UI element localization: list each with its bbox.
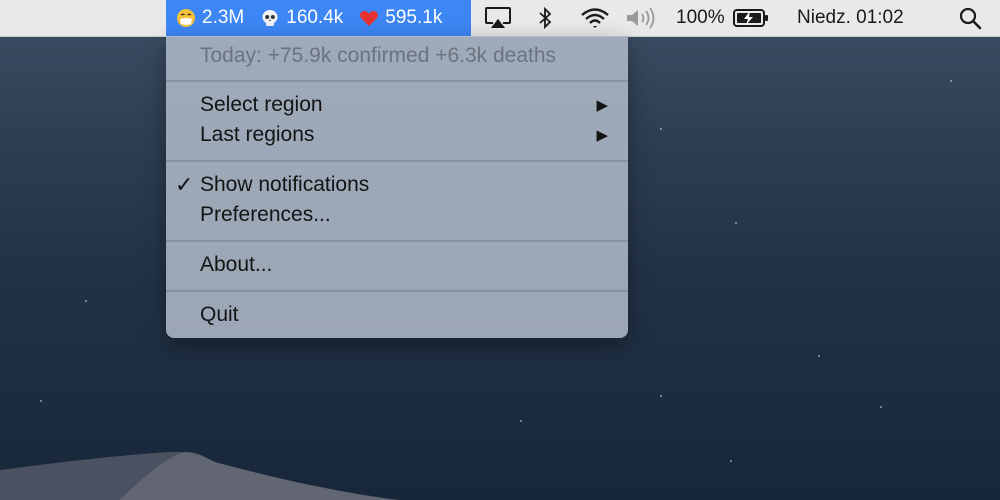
bluetooth-icon[interactable] <box>533 0 557 36</box>
menu-item-today-summary: Today: +75.9k confirmed +6.3k deaths <box>166 41 628 71</box>
menu-item-select-region[interactable]: Select region ▶ <box>166 90 628 120</box>
show-notifications-label: Show notifications <box>200 173 370 196</box>
submenu-arrow-icon: ▶ <box>596 127 608 144</box>
menu-item-last-regions[interactable]: Last regions ▶ <box>166 120 628 150</box>
skull-emoji-icon <box>260 8 280 28</box>
menu-separator <box>166 160 628 162</box>
wifi-icon[interactable] <box>577 0 613 36</box>
quit-label: Quit <box>200 303 239 326</box>
covid-status-item[interactable]: 2.3M 160.4k 595.1k <box>166 0 471 36</box>
confirmed-count: 2.3M <box>202 7 245 28</box>
menu-bar-clock[interactable]: Niedz. 01:02 <box>797 0 904 36</box>
today-summary-label: Today: +75.9k confirmed +6.3k deaths <box>200 44 557 67</box>
battery-charging-icon[interactable] <box>731 0 771 36</box>
mask-emoji-icon <box>176 8 196 28</box>
submenu-arrow-icon: ▶ <box>596 97 608 114</box>
status-dropdown-menu: Today: +75.9k confirmed +6.3k deaths Sel… <box>166 36 628 338</box>
recovered-count: 595.1k <box>385 7 443 28</box>
last-regions-label: Last regions <box>200 123 315 146</box>
heart-emoji-icon <box>359 8 379 28</box>
menu-separator <box>166 290 628 292</box>
volume-icon[interactable] <box>624 0 660 36</box>
deaths-count: 160.4k <box>286 7 344 28</box>
airplay-icon[interactable] <box>482 0 514 36</box>
menu-separator <box>166 240 628 242</box>
battery-percent: 100% <box>676 7 725 28</box>
about-label: About... <box>200 253 273 276</box>
spotlight-search-icon[interactable] <box>956 0 984 36</box>
menu-item-about[interactable]: About... <box>166 250 628 280</box>
menu-item-preferences[interactable]: Preferences... <box>166 200 628 230</box>
menu-item-show-notifications[interactable]: ✓ Show notifications <box>166 170 628 200</box>
select-region-label: Select region <box>200 93 323 116</box>
menu-separator <box>166 80 628 82</box>
menu-item-quit[interactable]: Quit <box>166 300 628 330</box>
menu-bar: 2.3M 160.4k 595.1k 100% Niedz. 01:02 <box>0 0 1000 37</box>
preferences-label: Preferences... <box>200 203 331 226</box>
checkmark-icon: ✓ <box>175 172 194 197</box>
